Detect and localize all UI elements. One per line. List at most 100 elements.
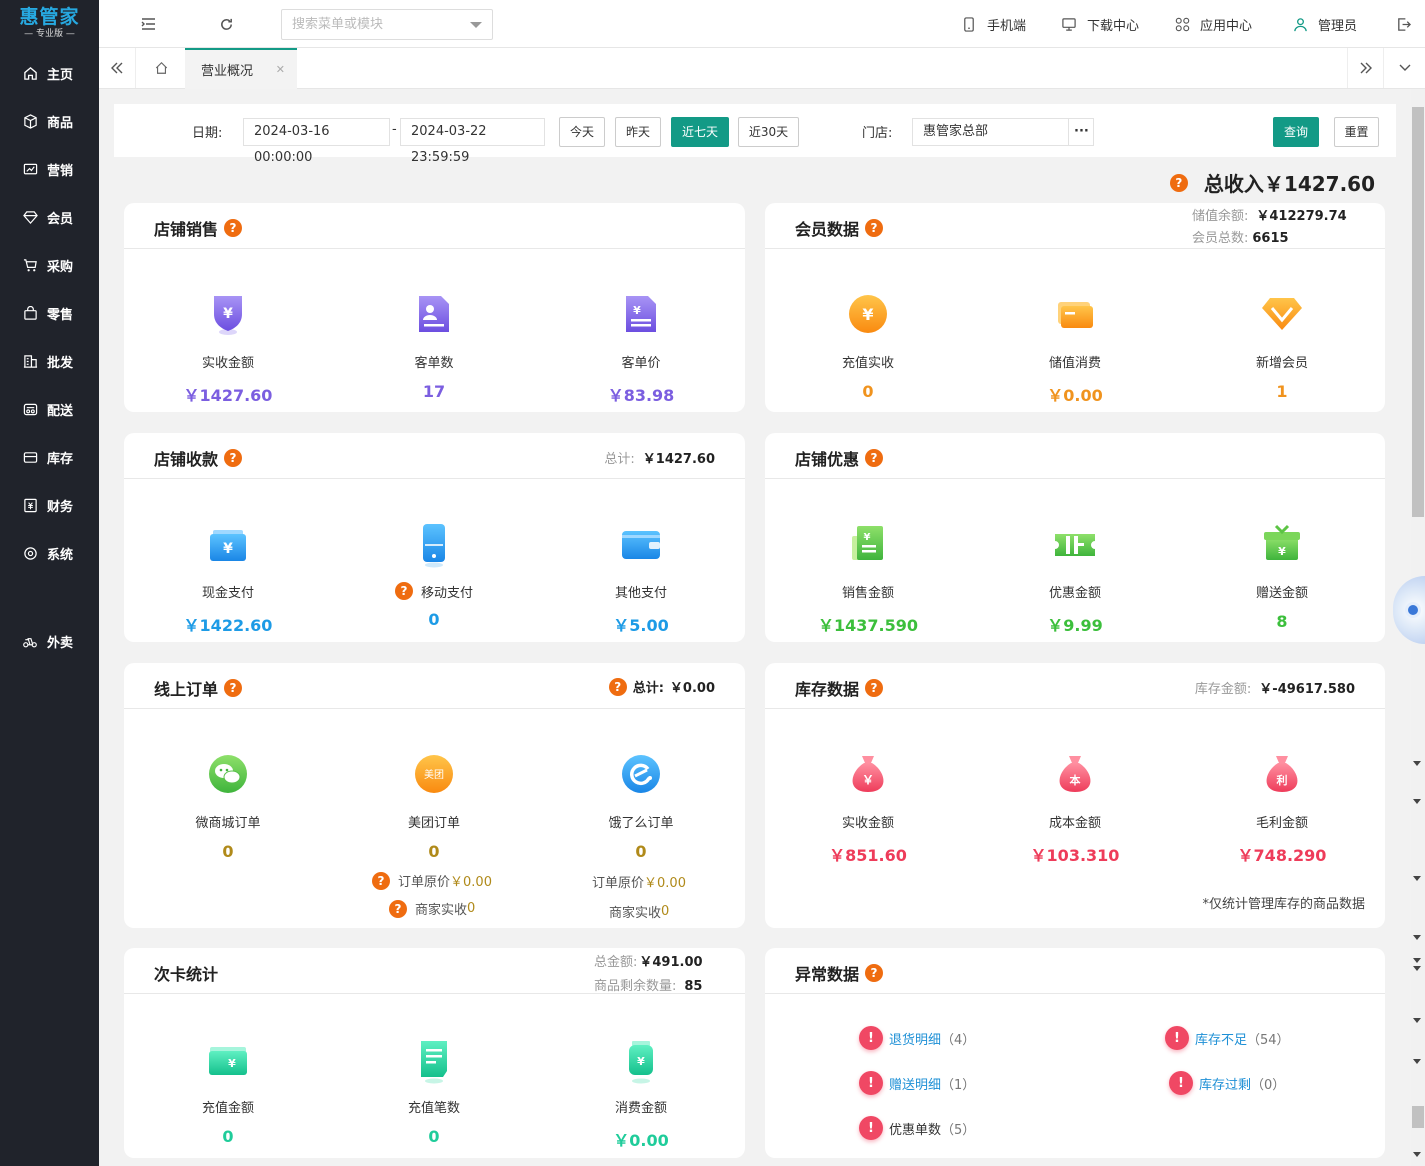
stock-amount-label: 库存金额: (1194, 682, 1252, 697)
app-center-link[interactable]: 应用中心 (1174, 14, 1252, 34)
help-icon[interactable]: ? (608, 677, 627, 696)
sidebar-item-system[interactable]: 系统 (0, 535, 99, 571)
metric-label-text: 移动支付 (420, 585, 473, 601)
refresh-icon[interactable] (216, 14, 236, 34)
store-picker-button[interactable]: ··· (1068, 118, 1094, 146)
sidebar-item-retail[interactable]: 零售 (0, 295, 99, 331)
user-menu[interactable]: 管理员 (1292, 14, 1357, 34)
anomaly-returns[interactable]: ! 退货明细 （4） (859, 1026, 975, 1050)
sidebar-item-distribution[interactable]: 配送 (0, 391, 99, 427)
card-title-text: 线上订单 (154, 680, 219, 699)
sidebar-item-wholesale[interactable]: 批发 (0, 343, 99, 379)
card-total-value: ￥491.00 (639, 955, 703, 970)
stock-amount: 库存金额: ￥-49617.580 (1195, 678, 1355, 697)
logout-icon[interactable] (1393, 14, 1413, 34)
svg-text:¥: ¥ (223, 541, 233, 557)
metric-sales-amount: ¥ 销售金额 ￥1437.590 (768, 522, 968, 635)
sidebar-item-inventory[interactable]: 库存 (0, 439, 99, 475)
sidebar-item-marketing[interactable]: 营销 (0, 151, 99, 187)
stock-note: *仅统计管理库存的商品数据 (1202, 897, 1365, 912)
assistant-bubble[interactable] (1393, 576, 1425, 644)
online-total-label: 总计: (632, 681, 664, 696)
help-icon[interactable]: ? (865, 964, 884, 982)
metric-label: 充值金额 (201, 1100, 254, 1116)
help-icon[interactable]: ? (865, 679, 884, 697)
help-icon[interactable]: ? (224, 679, 243, 697)
metric-cash: ¥ 现金支付 ￥1422.60 (128, 522, 328, 635)
sidebar-item-goods[interactable]: 商品 (0, 103, 99, 139)
mobile-link[interactable]: 手机端 (961, 14, 1026, 34)
metric-value: ￥851.60 (829, 846, 907, 865)
anomaly-link[interactable]: 库存过剩 (1199, 1074, 1251, 1093)
help-icon[interactable]: ? (389, 899, 407, 918)
store-select[interactable]: 惠管家总部 (912, 118, 1069, 146)
anomaly-link[interactable]: 退货明细 (889, 1029, 941, 1048)
menu-toggle-icon[interactable] (138, 14, 158, 34)
reset-button[interactable]: 重置 (1334, 117, 1379, 147)
help-icon[interactable]: ? (394, 582, 413, 600)
help-icon[interactable]: ? (1169, 173, 1188, 192)
anomaly-gifts[interactable]: ! 赠送明细 （1） (859, 1071, 975, 1095)
anomaly-discount-orders[interactable]: ! 优惠单数 （5） (859, 1116, 975, 1140)
search-input[interactable]: 搜索菜单或模块 (281, 9, 493, 40)
sidebar-item-takeout[interactable]: 外卖 (0, 623, 99, 659)
warning-icon: ! (859, 1026, 883, 1050)
help-icon[interactable]: ? (224, 449, 243, 467)
query-button[interactable]: 查询 (1273, 117, 1319, 147)
metric-value: ￥83.98 (607, 386, 675, 405)
online-total-value: ￥0.00 (669, 681, 715, 696)
home-tab-icon[interactable] (143, 48, 180, 88)
eleme-original-price: 订单原价 ￥0.00 (592, 872, 686, 891)
sidebar-item-member[interactable]: 会员 (0, 199, 99, 235)
sub-label: 订单原价 (592, 876, 645, 891)
last-30-days-button[interactable]: 近30天 (738, 117, 799, 147)
sub-value: ￥0.00 (450, 875, 492, 890)
metric-label: 储值消费 (1048, 355, 1101, 371)
brand-logo[interactable]: 惠管家 — 专业版 — (0, 0, 99, 46)
metric-label: 微商城订单 (195, 815, 261, 831)
meituan-icon: 美团 (415, 755, 453, 793)
scroll-arrow-icon (1413, 1018, 1421, 1023)
tab-business-overview[interactable]: 营业概况 ✕ (185, 48, 297, 89)
download-center-link[interactable]: 下载中心 (1061, 14, 1139, 34)
anomaly-overstock[interactable]: ! 库存过剩 （0） (1169, 1071, 1285, 1095)
tab-scroll-left-icon[interactable] (99, 48, 136, 88)
scrollbar-thumb[interactable] (1412, 107, 1424, 517)
member-count-value: 6615 (1252, 231, 1289, 246)
sidebar-item-home[interactable]: 主页 (0, 55, 99, 91)
document-user-icon (419, 296, 449, 332)
tab-dropdown-icon[interactable] (1386, 48, 1423, 88)
filter-bar: 日期: 2024-03-16 00:00:00 - 2024-03-22 23:… (114, 104, 1396, 165)
help-icon[interactable]: ? (865, 449, 884, 467)
anomaly-low-stock[interactable]: ! 库存不足 （54） (1165, 1026, 1290, 1050)
end-date-input[interactable]: 2024-03-22 23:59:59 (400, 118, 545, 165)
tab-scroll-right-icon[interactable] (1347, 48, 1384, 88)
metric-card-recharge-count: 充值笔数 0 (334, 1037, 534, 1147)
help-icon[interactable]: ? (372, 871, 390, 890)
close-icon[interactable]: ✕ (276, 63, 285, 76)
scroll-arrow-icon (1413, 1152, 1421, 1157)
help-icon[interactable]: ? (224, 219, 243, 237)
metric-label: 其他支付 (614, 585, 667, 601)
svg-text:¥: ¥ (862, 305, 873, 324)
start-date-input[interactable]: 2024-03-16 00:00:00 (243, 118, 390, 165)
help-icon[interactable]: ? (865, 219, 884, 237)
scroll-arrow-icon (1413, 966, 1421, 971)
sidebar-item-purchase[interactable]: 采购 (0, 247, 99, 283)
store-sales-card: 店铺销售? ¥ 实收金额 ￥1427.60 客单数 17 ¥ 客单价 ￥83.9… (124, 203, 745, 412)
today-button[interactable]: 今天 (559, 117, 605, 147)
sidebar-item-label: 营销 (47, 163, 74, 179)
metric-value: ￥748.290 (1237, 846, 1327, 865)
anomaly-link[interactable]: 赠送明细 (889, 1074, 941, 1093)
scroll-arrow-icon (1413, 799, 1421, 804)
card-total-label: 总金额: (594, 955, 638, 970)
scrollbar-thumb-secondary[interactable] (1412, 1106, 1424, 1128)
card-title: 库存数据? (795, 676, 884, 700)
yesterday-button[interactable]: 昨天 (615, 117, 661, 147)
anomaly-link[interactable]: 库存不足 (1195, 1029, 1247, 1048)
metric-value: ￥0.00 (1047, 386, 1103, 405)
warning-icon: ! (1165, 1026, 1189, 1050)
last-7-days-button[interactable]: 近七天 (671, 117, 729, 147)
metric-label: 新增会员 (1255, 355, 1308, 371)
sidebar-item-finance[interactable]: 财务 (0, 487, 99, 523)
